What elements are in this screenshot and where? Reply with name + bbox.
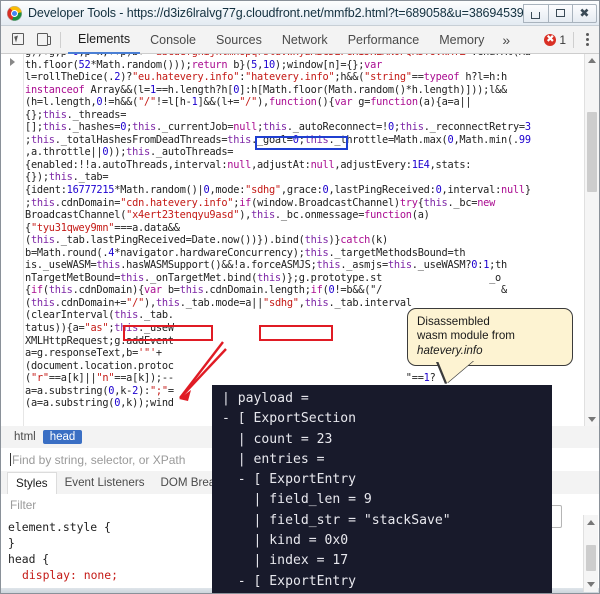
device-toolbar-button[interactable] (31, 30, 53, 50)
code-gutter (1, 54, 24, 426)
tab-event-listeners[interactable]: Event Listeners (57, 472, 153, 494)
error-count-badge[interactable]: ✖ 1 (544, 33, 566, 47)
tab-console[interactable]: Console (140, 27, 206, 53)
callout-line-1: Disassembled (417, 315, 490, 328)
wasm-disassembly-line: | kind = 0x0 (222, 533, 349, 549)
chrome-logo-icon (7, 5, 22, 21)
code-line: {});this._tab= (25, 171, 109, 184)
code-line: BroadcastChannel("x4ert23tenqyu9asd"),th… (25, 209, 430, 222)
toolbar-separator-right (573, 31, 574, 48)
wasm-disassembly-line: | entries = (222, 451, 325, 467)
code-line: is._useWASM=this.hasWASMSupport()&&!a.fo… (25, 259, 507, 272)
styles-vertical-scrollbar[interactable] (583, 515, 598, 592)
elements-code-pane[interactable]: g))+g,p=0;p<k;++p)b+="abcdefghijklmnopqr… (1, 54, 599, 427)
code-line: g))+g,p=0;p<k;++p)b+="abcdefghijklmnopqr… (25, 54, 585, 59)
minimize-button[interactable] (523, 3, 549, 23)
maximize-icon (555, 9, 565, 17)
wasm-disassembly-line: | payload = (222, 391, 309, 406)
toolbar-right-group: ✖ 1 (544, 31, 599, 48)
callout-tail (438, 361, 473, 383)
dom-search-placeholder: Find by string, selector, or XPath (12, 452, 186, 467)
wasm-disassembly-line: - [ ExportEntry (222, 472, 357, 488)
code-line: nTargetMetBound=this._onTargetMet.bind(t… (25, 271, 501, 284)
error-count-label: 1 (559, 32, 566, 47)
tab-elements[interactable]: Elements (68, 26, 141, 54)
close-icon: ✖ (579, 6, 590, 20)
window-title: Developer Tools - https://d3iz6lralvg77g… (28, 6, 525, 20)
tab-memory[interactable]: Memory (429, 27, 494, 53)
code-line: {if(this.cdnDomain){var b=this.cdnDomain… (25, 284, 507, 297)
device-toolbar-icon (36, 33, 51, 46)
styles-scroll-up-icon[interactable] (587, 520, 595, 525)
tab-network[interactable]: Network (272, 27, 338, 53)
code-line: b=Math.round(.4*navigator.hardwareConcur… (25, 246, 466, 259)
text-caret (10, 453, 11, 466)
code-line: ("r"==a[k]||"n"==a[k]);-- "==1? (25, 372, 436, 385)
scroll-up-icon[interactable] (588, 58, 596, 63)
code-line: th.floor(52*Math.random()));return b}(5,… (25, 58, 383, 71)
close-button[interactable]: ✖ (571, 3, 597, 23)
callout-line-2: wasm module from (417, 329, 515, 343)
annotation-callout: Disassembled wasm module from hatevery.i… (407, 308, 573, 367)
code-line: ;this._totalHashesFromDeadThreads=this._… (25, 133, 531, 146)
wasm-disassembly-panel[interactable]: | payload = - [ ExportSection | count = 2… (212, 385, 552, 593)
wasm-disassembly-line: | field_str = "stackSave" (222, 512, 451, 528)
code-vertical-scrollbar[interactable] (584, 54, 599, 426)
tab-styles[interactable]: Styles (7, 471, 57, 494)
breadcrumb-item-head[interactable]: head (42, 430, 83, 444)
code-line: (this._tab.lastPingReceived=Date.now())}… (25, 234, 388, 247)
kebab-menu-icon[interactable] (586, 33, 589, 36)
code-line: {ident:16777215*Math.random()|0,mode:"sd… (25, 184, 531, 197)
expand-triangle-icon[interactable] (10, 58, 15, 66)
devtools-toolbar: Elements Console Sources Network Perform… (1, 26, 599, 54)
code-line: (h=l.length,0!=h&&("/"!=l[h-1]&&(l+="/")… (25, 96, 472, 109)
wasm-disassembly-line: | count = 23 (222, 431, 333, 447)
wasm-disassembly-line: | field_len = 9 (222, 492, 372, 508)
callout-line-3: hatevery.info (417, 343, 483, 357)
code-line: {};this._threads= (25, 108, 127, 121)
error-icon: ✖ (544, 33, 557, 46)
scroll-down-icon[interactable] (588, 417, 596, 422)
tab-performance[interactable]: Performance (338, 27, 430, 53)
more-tabs-button[interactable]: » (494, 32, 518, 48)
wasm-disassembly-line: | field_len = 17 (212, 592, 552, 593)
code-line: instanceof Array&&(l=1==h.length?h[0]:h[… (25, 83, 507, 96)
wasm-disassembly-line: - [ ExportEntry (222, 573, 357, 589)
wasm-disassembly-line: - [ ExportSection (222, 411, 357, 427)
styles-scroll-down-icon[interactable] (587, 582, 595, 587)
devtools-window: Developer Tools - https://d3iz6lralvg77g… (0, 0, 600, 594)
scrollbar-thumb[interactable] (587, 112, 597, 192)
maximize-button[interactable] (547, 3, 573, 23)
code-line: ,a.throttle||0));this._autoThreads= (25, 146, 234, 159)
devtools-main: g))+g,p=0;p<k;++p)b+="abcdefghijklmnopqr… (1, 54, 599, 593)
code-line: ;this.cdnDomain="cdn.hatevery.info";if(w… (25, 196, 496, 209)
tab-sources[interactable]: Sources (206, 27, 272, 53)
styles-scrollbar-thumb[interactable] (586, 545, 596, 571)
wasm-disassembly-line: | index = 17 (222, 553, 349, 569)
minimize-icon (531, 11, 541, 19)
code-line: {"tyu31qwey9mn"===a.data&& (25, 221, 180, 234)
code-line: {enabled:!!a.autoThreads,interval:null,a… (25, 158, 472, 171)
inspect-element-button[interactable] (7, 30, 29, 50)
code-line: [];this._hashes=0;this._currentJob=null;… (25, 121, 531, 134)
code-line: l=rollTheDice(.2)?"eu.hatevery.info":"ha… (25, 71, 507, 84)
window-title-bar: Developer Tools - https://d3iz6lralvg77g… (1, 1, 599, 26)
styles-filter-placeholder: Filter (10, 497, 37, 512)
inspect-element-icon (11, 33, 25, 46)
toolbar-separator (60, 31, 61, 48)
breadcrumb-item-html[interactable]: html (7, 430, 43, 444)
